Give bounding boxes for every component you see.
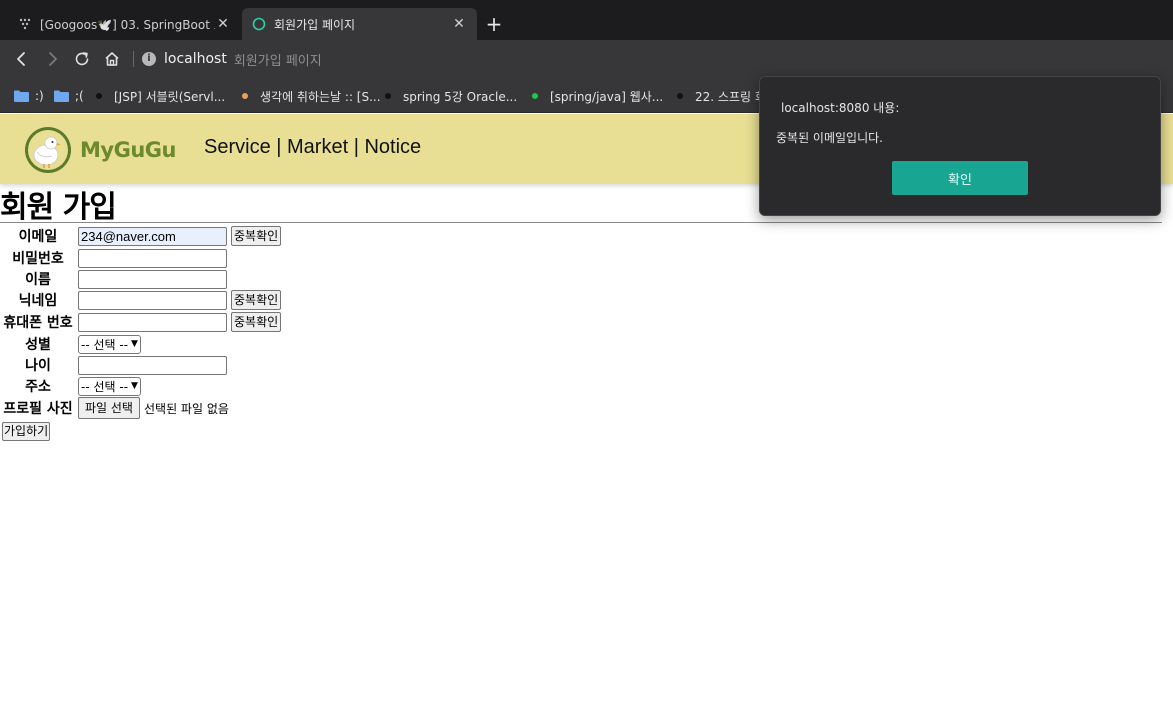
password-label: 비밀번호 (12, 251, 64, 267)
file-select-button[interactable]: 파일 선택 (78, 397, 140, 419)
bookmark-jsp-servlet[interactable]: [JSP] 서블릿(Servl... (96, 87, 225, 105)
home-icon[interactable] (103, 50, 121, 68)
bookmark-spring-oracle[interactable]: spring 5강 Oracle... (385, 87, 517, 105)
age-row: 나이 (0, 354, 227, 376)
nav-separator: | (348, 136, 365, 158)
browser-address-bar: i localhost 회원가입 페이지 (0, 40, 1173, 78)
bookmark-thinking-day[interactable]: 생각에 취하는날 :: [S... (242, 87, 381, 105)
new-tab-plus-icon[interactable]: + (484, 14, 504, 34)
email-label: 이메일 (18, 229, 58, 245)
profile-label: 프로필 사진 (3, 401, 73, 417)
browser-tab-signup[interactable]: 회원가입 페이지 ✕ (242, 8, 477, 40)
nickname-check-button[interactable]: 중복확인 (231, 290, 282, 310)
email-check-button[interactable]: 중복확인 (231, 226, 282, 246)
nav-market-link[interactable]: Market (287, 136, 348, 159)
site-brand[interactable]: MyGuGu (80, 138, 176, 162)
signup-submit-button[interactable]: 가입하기 (2, 422, 51, 441)
age-input[interactable] (78, 355, 227, 375)
tab-close-icon[interactable]: ✕ (451, 16, 467, 32)
alert-dialog: localhost:8080 내용: 중복된 이메일입니다. 확인 (759, 76, 1161, 216)
alert-message: 중복된 이메일입니다. (776, 131, 883, 145)
back-arrow-icon[interactable] (13, 50, 31, 68)
phone-label: 휴대폰 번호 (3, 315, 73, 331)
nickname-label: 닉네임 (18, 293, 58, 309)
name-input[interactable] (78, 269, 227, 289)
bookmark-folder-smile[interactable]: :) (14, 87, 44, 105)
url-page-title: 회원가입 페이지 (233, 53, 322, 69)
folder-icon (54, 90, 69, 102)
name-row: 이름 (0, 268, 227, 290)
bookmark-spring-22[interactable]: 22. 스프링 회 (677, 87, 766, 105)
file-status-text: 선택된 파일 없음 (143, 401, 229, 416)
phone-row: 휴대폰 번호 중복확인 (0, 311, 282, 333)
nickname-input[interactable] (78, 290, 227, 310)
gender-select[interactable]: -- 선택 -- ▼ (78, 334, 141, 354)
nav-separator: | (270, 136, 288, 158)
bookmark-folder-sad[interactable]: ;( (54, 87, 84, 105)
tab-title: 회원가입 페이지 (274, 17, 356, 32)
chevron-down-icon: ▼ (131, 381, 138, 391)
chevron-down-icon: ▼ (131, 339, 138, 349)
gender-selected-value: -- 선택 -- (81, 337, 129, 352)
title-divider (0, 222, 1162, 223)
address-selected-value: -- 선택 -- (81, 379, 129, 394)
reload-icon[interactable] (73, 50, 91, 68)
name-label: 이름 (25, 272, 51, 288)
tab-title: [Googoos🕊️] 03. SpringBoot 로 (40, 17, 215, 32)
forward-arrow-icon[interactable] (43, 50, 61, 68)
nav-service-link[interactable]: Service (204, 136, 271, 159)
address-row: 주소 -- 선택 -- ▼ (0, 375, 141, 397)
bookmark-spring-java[interactable]: [spring/java] 웹사... (532, 87, 663, 105)
url-field[interactable]: i localhost 회원가입 페이지 (142, 50, 322, 69)
gender-label: 성별 (25, 337, 51, 353)
site-nav: Service | Market | Notice (204, 136, 421, 159)
gender-row: 성별 -- 선택 -- ▼ (0, 333, 141, 355)
url-host: localhost (164, 51, 227, 67)
site-info-icon[interactable]: i (142, 52, 156, 66)
folder-icon (14, 90, 29, 102)
nav-notice-link[interactable]: Notice (364, 136, 421, 159)
alert-ok-button[interactable]: 확인 (892, 161, 1028, 195)
address-label: 주소 (25, 379, 51, 395)
age-label: 나이 (25, 358, 51, 374)
password-row: 비밀번호 (0, 247, 227, 269)
address-separator (133, 51, 134, 67)
tab-loading-icon (252, 17, 266, 31)
phone-input[interactable] (78, 312, 227, 332)
email-row: 이메일 중복확인 (0, 225, 282, 247)
bookmark-favicon-icon (532, 93, 538, 99)
page-title: 회원 가입 (0, 190, 117, 225)
address-select[interactable]: -- 선택 -- ▼ (78, 376, 141, 396)
alert-title: localhost:8080 내용: (781, 101, 900, 115)
tab-favicon-icon (18, 17, 32, 31)
nickname-row: 닉네임 중복확인 (0, 289, 282, 311)
email-input[interactable] (78, 226, 227, 246)
browser-tab-bar: [Googoos🕊️] 03. SpringBoot 로 ✕ 회원가입 페이지 … (0, 0, 1173, 40)
tab-close-icon[interactable]: ✕ (215, 16, 231, 32)
profile-file-chooser: 파일 선택 선택된 파일 없음 (78, 397, 229, 419)
bookmark-favicon-icon (96, 93, 102, 99)
browser-tab-googoos[interactable]: [Googoos🕊️] 03. SpringBoot 로 ✕ (8, 8, 241, 40)
phone-check-button[interactable]: 중복확인 (231, 312, 282, 332)
bookmark-favicon-icon (677, 93, 683, 99)
profile-row: 프로필 사진 파일 선택 선택된 파일 없음 (0, 397, 229, 419)
bookmark-favicon-icon (385, 93, 391, 99)
gugu-bird-logo-icon[interactable] (22, 123, 74, 175)
bookmark-favicon-icon (242, 93, 248, 99)
password-input[interactable] (78, 248, 227, 268)
